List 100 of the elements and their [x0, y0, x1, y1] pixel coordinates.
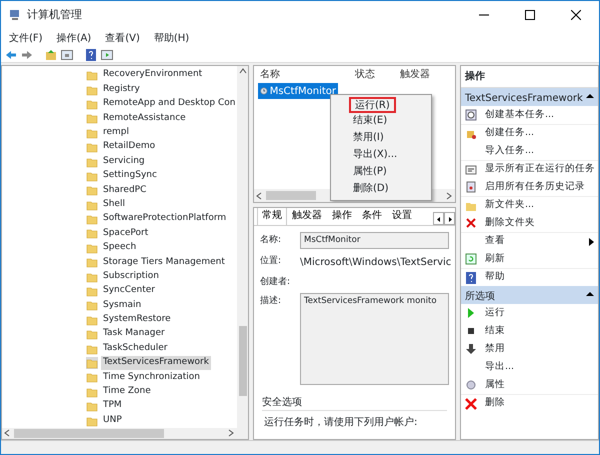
action-item[interactable]: 创建任务...	[485, 126, 534, 141]
action-item[interactable]: 结束	[485, 324, 505, 338]
collapse-icon[interactable]	[586, 289, 594, 299]
menu-item[interactable]: 运行(R)	[349, 97, 396, 113]
action-item[interactable]: 删除文件夹	[485, 216, 535, 230]
column-header[interactable]: 触发器	[400, 67, 450, 82]
description-field[interactable]: TextServicesFramework monito	[300, 293, 449, 386]
menu-item[interactable]: 属性(P)	[349, 165, 391, 181]
help-icon	[465, 272, 477, 284]
action-item[interactable]: 新文件夹...	[485, 198, 534, 213]
task-row[interactable]: MsCtfMonitor	[258, 83, 338, 99]
tree-item[interactable]: RemoteAssistance	[101, 112, 188, 126]
tree-item[interactable]: Subscription	[101, 270, 161, 284]
name-field[interactable]: MsCtfMonitor	[300, 232, 449, 249]
scrollbar-thumb[interactable]	[238, 326, 247, 396]
tree-item[interactable]: RemoteApp and Desktop Con	[101, 97, 238, 111]
tree-item[interactable]: TPM	[101, 399, 124, 413]
folder-icon	[86, 184, 98, 196]
group-title: 安全选项	[262, 395, 447, 412]
security-text: 运行任务时，请使用下列用户帐户:	[263, 416, 418, 430]
action-item[interactable]: 显示所有正在运行的任务	[485, 162, 595, 177]
tree-item[interactable]: Storage Tiers Management	[101, 256, 227, 270]
folder-icon	[86, 328, 98, 340]
section-header[interactable]: 所选项	[465, 289, 495, 301]
scroll-up-icon[interactable]	[238, 66, 248, 76]
tab[interactable]: 条件	[357, 208, 387, 225]
tab-scroll-left-icon[interactable]	[433, 212, 444, 225]
menu-item[interactable]: 删除(D)	[349, 182, 393, 198]
folder-icon	[86, 170, 98, 182]
tab[interactable]: 常规	[257, 208, 287, 225]
folder-icon	[86, 414, 98, 427]
tab[interactable]: 触发器	[287, 208, 327, 225]
action-item[interactable]: 导入任务...	[485, 144, 534, 158]
help-icon[interactable]	[85, 48, 97, 60]
folder-icon	[86, 126, 98, 139]
tree-item[interactable]: Time Zone	[101, 385, 153, 399]
menu-item[interactable]: 禁用(I)	[349, 131, 388, 147]
tree-item[interactable]: TaskScheduler	[101, 342, 170, 356]
tree-item[interactable]: SoftwareProtectionPlatform	[101, 212, 228, 226]
tree-item[interactable]: SystemRestore	[101, 313, 173, 327]
column-header[interactable]: 名称	[260, 67, 355, 82]
action-item[interactable]: 帮助	[485, 270, 505, 285]
field-label: 名称:	[260, 234, 282, 247]
tree-item[interactable]: RetailDemo	[101, 140, 158, 154]
folder-icon	[86, 112, 98, 124]
tree-item[interactable]: Registry	[101, 82, 142, 96]
tree-item[interactable]: Task Manager	[101, 327, 167, 341]
menu-item[interactable]: 帮助(H)	[154, 30, 190, 46]
tab[interactable]: 设置	[387, 208, 417, 225]
stop-icon	[465, 325, 477, 337]
scrollbar-thumb[interactable]	[266, 191, 316, 200]
action-pane-icon[interactable]	[101, 48, 113, 60]
close-icon	[571, 10, 581, 20]
action-item[interactable]: 运行	[485, 306, 505, 320]
folder-icon	[86, 227, 98, 240]
tree-item[interactable]: SettingSync	[101, 169, 159, 183]
folder-icon	[86, 69, 98, 82]
forward-arrow-icon[interactable]	[21, 48, 33, 60]
action-item[interactable]: 删除	[485, 396, 505, 411]
tree-item[interactable]: Sysmain	[101, 298, 144, 312]
tree-item[interactable]: Shell	[101, 198, 127, 212]
action-item[interactable]: 刷新	[485, 252, 505, 266]
field-label: 描述:	[260, 294, 282, 308]
refresh-icon	[465, 253, 477, 265]
tree-item[interactable]: Speech	[101, 241, 138, 255]
tree-item[interactable]: rempl	[101, 126, 132, 140]
folder-icon	[86, 256, 98, 268]
menu-item[interactable]: 查看(V)	[105, 30, 140, 46]
tree-item[interactable]: TextServicesFramework	[101, 356, 211, 370]
action-item[interactable]: 启用所有任务历史记录	[485, 180, 585, 194]
tree-item[interactable]: SpacePort	[101, 226, 150, 240]
tree-item[interactable]: SyncCenter	[101, 284, 157, 298]
collapse-icon[interactable]	[586, 91, 594, 101]
console-tree-icon[interactable]	[61, 48, 73, 60]
action-item[interactable]: 属性	[485, 378, 505, 392]
clock-icon	[260, 86, 268, 96]
list-icon	[465, 164, 477, 176]
action-item[interactable]: 禁用	[485, 342, 505, 356]
tree-item[interactable]: SharedPC	[101, 184, 148, 198]
tree-item[interactable]: UNP	[101, 414, 124, 428]
tab-scroll-right-icon[interactable]	[444, 212, 455, 225]
action-item[interactable]: 查看	[485, 234, 505, 249]
action-item[interactable]: 创建基本任务...	[485, 108, 554, 122]
delete-icon	[465, 398, 477, 410]
back-arrow-icon[interactable]	[5, 48, 17, 60]
menu-item[interactable]: 操作(A)	[56, 30, 92, 46]
action-item[interactable]: 导出...	[485, 360, 514, 374]
menu-item[interactable]: 导出(X)...	[349, 148, 402, 164]
tree-item[interactable]: Servicing	[101, 154, 147, 168]
scrollbar-thumb[interactable]	[14, 428, 164, 438]
column-header[interactable]: 状态	[355, 67, 400, 82]
folder-icon	[86, 242, 98, 254]
menu-item[interactable]: 结束(E)	[349, 114, 392, 130]
tree-item[interactable]: Time Synchronization	[101, 370, 202, 384]
menu-item[interactable]: 文件(F)	[9, 30, 43, 46]
location-text: \Microsoft\Windows\TextServic	[300, 256, 452, 270]
tab[interactable]: 操作	[327, 208, 357, 225]
tree-item[interactable]: RecoveryEnvironment	[101, 68, 204, 82]
delete-icon	[465, 217, 477, 229]
up-folder-icon[interactable]	[45, 48, 57, 60]
